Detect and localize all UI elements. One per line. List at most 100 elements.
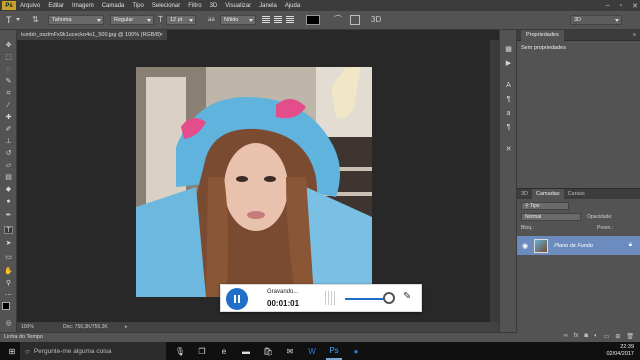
text-orientation-icon[interactable]: ⇅ (32, 16, 39, 24)
maximize-icon[interactable]: ▫ (620, 2, 622, 9)
image-canvas[interactable] (136, 67, 372, 297)
type-tool-icon[interactable]: T (6, 15, 12, 25)
align-left-icon[interactable] (262, 16, 270, 24)
pen-tool-icon[interactable]: ✒ (4, 212, 13, 220)
system-clock[interactable]: 22:39 02/04/2017 (606, 344, 634, 358)
recorder-taskbar-icon[interactable]: ● (348, 342, 364, 360)
paragraph-styles-icon[interactable]: ¶ (504, 124, 513, 132)
layer-lock-icon: 🔒︎ (628, 242, 632, 248)
menu-3d[interactable]: 3D (210, 3, 218, 9)
path-selection-tool-icon[interactable]: ➤ (4, 240, 13, 248)
layer-name[interactable]: Plano de Fundo (554, 243, 593, 249)
mail-icon[interactable]: ✉ (282, 342, 298, 360)
collapsed-panels-column: ▦ ▶ A ¶ a ¶ ✕ (499, 30, 517, 332)
crop-tool-icon[interactable]: ⌗ (4, 90, 13, 98)
layer-row[interactable]: ◉ Plano de Fundo 🔒︎ (517, 236, 640, 255)
warp-text-icon[interactable]: ⌒ (334, 15, 342, 25)
tab-canais[interactable]: Canais (564, 189, 589, 199)
menu-tipo[interactable]: Tipo (132, 3, 143, 9)
align-center-icon[interactable] (274, 16, 282, 24)
zoom-level[interactable]: 100% (21, 324, 34, 330)
vertical-scrollbar[interactable] (490, 40, 499, 322)
healing-brush-tool-icon[interactable]: ✚ (4, 114, 13, 122)
menu-visualizar[interactable]: Visualizar (225, 3, 251, 9)
lasso-tool-icon[interactable]: ◌ (4, 66, 13, 74)
history-panel-icon[interactable]: ▦ (504, 46, 513, 54)
menu-filtro[interactable]: Filtro (188, 3, 201, 9)
drag-handle[interactable] (325, 291, 335, 305)
dodge-tool-icon[interactable]: ● (4, 198, 13, 206)
visibility-eye-icon[interactable]: ◉ (522, 242, 528, 250)
align-right-icon[interactable] (286, 16, 294, 24)
layer-filter-select[interactable]: ⚲ Tipo (521, 202, 569, 210)
store-icon[interactable]: 🛍︎ (260, 342, 276, 360)
microphone-icon[interactable]: 🎙︎ (172, 342, 188, 360)
rectangle-tool-icon[interactable]: ▭ (4, 254, 13, 262)
menu-imagem[interactable]: Imagem (72, 3, 94, 9)
taskbar-search[interactable]: ○ Pergunte-me alguma coisa (20, 342, 166, 360)
volume-slider[interactable] (345, 298, 387, 300)
properties-tab[interactable]: Propriedades (521, 30, 564, 41)
font-size-select[interactable]: 12 pt (166, 15, 196, 25)
timeline-tab[interactable]: Linha do Tempo (4, 334, 43, 340)
menu-camada[interactable]: Camada (102, 3, 125, 9)
webcam-icon[interactable] (383, 292, 395, 304)
close-tab-icon[interactable]: × (160, 30, 163, 40)
tool-preset-chevron-icon[interactable] (16, 18, 20, 21)
character-panel-icon[interactable] (350, 15, 360, 25)
tools-panel: ✥ ⬚ ◌ ✎ ⌗ ⁄ ✚ ✐ ⊥ ↺ ▱ ▤ ◆ ● ✒ T ➤ ▭ ✋ ⚲ … (0, 30, 17, 342)
menu-ajuda[interactable]: Ajuda (285, 3, 300, 9)
minimize-icon[interactable]: – (606, 2, 610, 9)
move-tool-icon[interactable]: ✥ (4, 42, 13, 50)
antialias-select[interactable]: Nítido (220, 15, 256, 25)
menu-editar[interactable]: Editar (48, 3, 64, 9)
more-tools-icon[interactable]: ⋯ (4, 292, 13, 300)
photoshop-taskbar-icon[interactable]: Ps (326, 342, 342, 360)
edge-icon[interactable]: e (216, 342, 232, 360)
zoom-tool-icon[interactable]: ⚲ (4, 280, 13, 288)
window-controls: – ▫ ✕ (606, 0, 638, 11)
character-panel-icon[interactable]: A (504, 82, 513, 90)
menu-arquivo[interactable]: Arquivo (20, 3, 40, 9)
brush-tool-icon[interactable]: ✐ (4, 126, 13, 134)
panel-menu-icon[interactable]: ≡ (633, 30, 636, 41)
clone-stamp-tool-icon[interactable]: ⊥ (4, 138, 13, 146)
paragraph-panel-icon[interactable]: ¶ (504, 96, 513, 104)
status-menu-arrow-icon[interactable]: ▸ (125, 322, 128, 332)
text-color-swatch[interactable] (306, 15, 320, 25)
tool-presets-icon[interactable]: ✕ (504, 146, 513, 154)
tab-camadas[interactable]: Camadas (532, 189, 564, 199)
menu-janela[interactable]: Janela (259, 3, 277, 9)
clock-date: 02/04/2017 (606, 351, 634, 357)
layers-panel: 3D Camadas Canais ⚲ Tipo Normal Opacidad… (517, 188, 640, 342)
photoshop-logo[interactable]: Ps (2, 1, 16, 10)
blur-tool-icon[interactable]: ◆ (4, 186, 13, 194)
font-family-select[interactable]: Tahoma (48, 15, 104, 25)
history-brush-tool-icon[interactable]: ↺ (4, 150, 13, 158)
glyphs-panel-icon[interactable]: a (504, 110, 513, 118)
actions-panel-icon[interactable]: ▶ (504, 60, 513, 68)
eyedropper-tool-icon[interactable]: ⁄ (4, 102, 13, 110)
quick-mask-icon[interactable]: ◎ (4, 320, 13, 328)
windows-start-icon[interactable]: ⊞ (4, 342, 20, 360)
close-icon[interactable]: ✕ (632, 2, 638, 10)
task-view-icon[interactable]: ❐ (194, 342, 210, 360)
foreground-color-swatch[interactable] (2, 302, 10, 310)
font-style-select[interactable]: Regular (110, 15, 154, 25)
workspace-select[interactable]: 3D (570, 15, 622, 25)
menu-selecionar[interactable]: Selecionar (152, 3, 180, 9)
tab-3d[interactable]: 3D (517, 189, 532, 199)
word-icon[interactable]: W (304, 342, 320, 360)
file-explorer-icon[interactable]: ▬ (238, 342, 254, 360)
quick-selection-tool-icon[interactable]: ✎ (4, 78, 13, 86)
blend-mode-select[interactable]: Normal (521, 213, 581, 221)
pencil-icon[interactable]: ✎ (403, 291, 411, 302)
hand-tool-icon[interactable]: ✋ (4, 268, 13, 276)
document-tab[interactable]: tumblr_oszlmFx9k1ucecko4o1_500.jpg @ 100… (17, 30, 167, 40)
eraser-tool-icon[interactable]: ▱ (4, 162, 13, 170)
type-tool-icon[interactable]: T (4, 226, 13, 234)
pause-recording-button[interactable] (226, 288, 248, 310)
3d-text-icon[interactable]: 3D (371, 15, 381, 25)
marquee-tool-icon[interactable]: ⬚ (4, 54, 13, 62)
gradient-tool-icon[interactable]: ▤ (4, 174, 13, 182)
